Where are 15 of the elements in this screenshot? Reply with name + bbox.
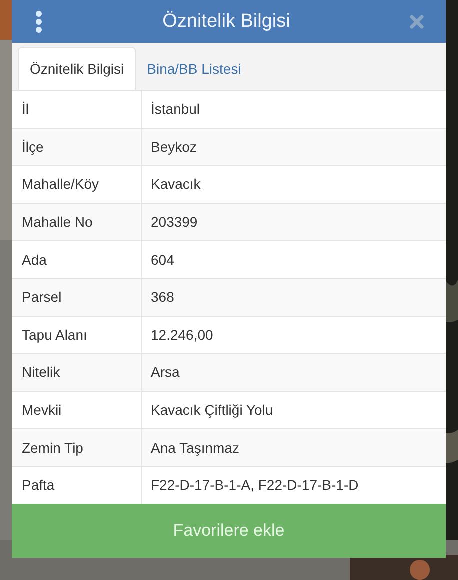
table-cell-text: 368 bbox=[150, 288, 174, 308]
table-cell-text: F22-D-17-B-1-A, F22-D-17-B-1-D bbox=[150, 476, 359, 496]
table-cell-text: Beykoz bbox=[150, 138, 197, 157]
table-cell-text: Arsa bbox=[150, 363, 180, 382]
table-cell-text: Kavacık bbox=[150, 175, 201, 194]
more-icon[interactable] bbox=[35, 10, 43, 32]
table-cell-text: 604 bbox=[150, 250, 174, 270]
table-cell-text: Ana Taşınmaz bbox=[150, 438, 240, 458]
table-cell-text: İstanbul bbox=[150, 100, 200, 120]
dialog-title: Öznitelik Bilgisi bbox=[162, 10, 290, 32]
tab[interactable]: Öznitelik Bilgisi bbox=[18, 47, 136, 90]
table-cell-text: Kavacık Çiftliği Yolu bbox=[150, 401, 274, 420]
table-cell-text: 203399 bbox=[150, 213, 198, 232]
tab[interactable]: Bina/BB Listesi bbox=[136, 47, 252, 90]
table-cell-text: 12.246,00 bbox=[150, 326, 214, 345]
